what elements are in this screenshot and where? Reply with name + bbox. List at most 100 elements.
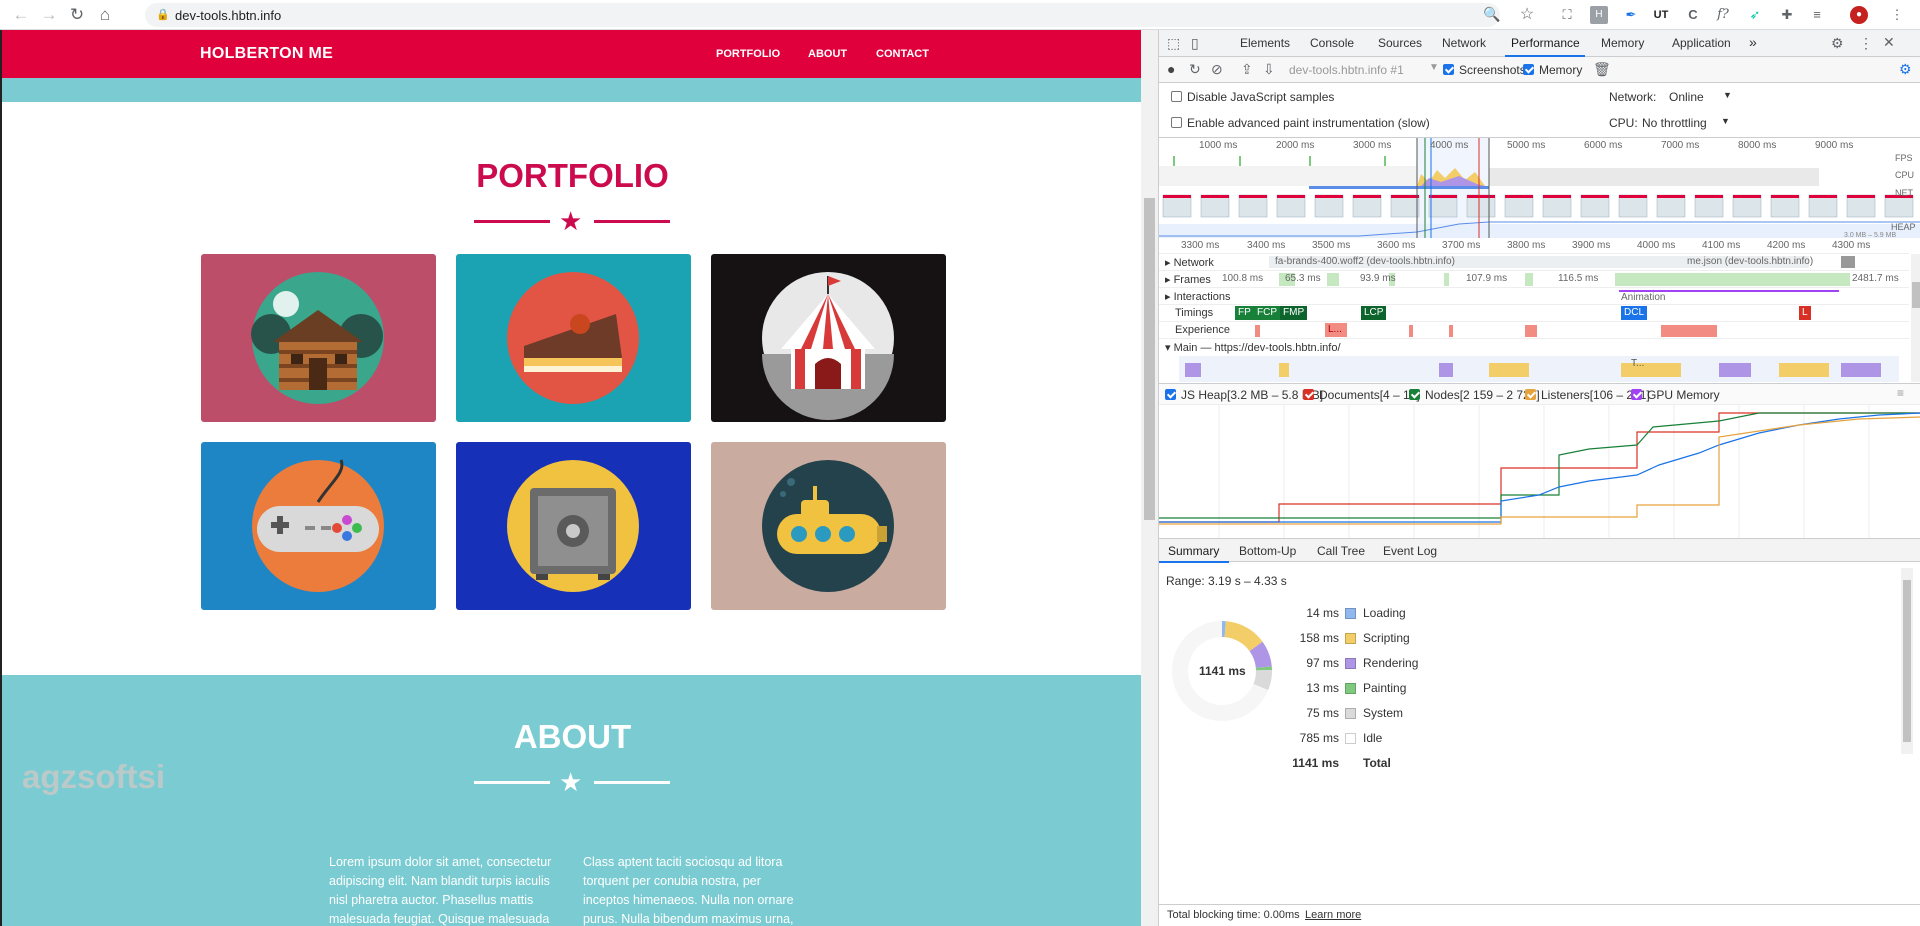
timeline-tracks[interactable]: 3300 ms 3400 ms 3500 ms 3600 ms 3700 ms … (1159, 238, 1920, 383)
extension-ut-icon[interactable]: UT (1652, 6, 1670, 24)
listeners-checkbox[interactable] (1525, 389, 1536, 400)
timeline-overview[interactable]: 1000 ms 2000 ms 3000 ms 4000 ms 5000 ms … (1159, 138, 1920, 239)
network-throttle-select[interactable]: Online (1669, 90, 1704, 104)
tab-elements[interactable]: Elements (1240, 36, 1290, 50)
task-block[interactable] (1439, 363, 1453, 377)
nav-link-contact[interactable]: CONTACT (876, 48, 929, 60)
timings-track[interactable]: Timings FP FCP FMP LCP DCL L (1159, 305, 1909, 322)
address-bar[interactable]: 🔒 dev-tools.hbtn.info 🔍 (145, 3, 1500, 27)
tab-summary[interactable]: Summary (1168, 544, 1219, 558)
frame-block-long[interactable] (1615, 273, 1850, 286)
recording-select[interactable]: dev-tools.hbtn.info #1 (1289, 63, 1404, 77)
tab-event-log[interactable]: Event Log (1383, 544, 1437, 558)
interactions-track[interactable]: ▸ Interactions Animation (1159, 288, 1909, 305)
memory-graph[interactable] (1159, 405, 1920, 540)
star-bookmark-icon[interactable]: ☆ (1518, 6, 1536, 24)
extension-feather-icon[interactable]: ✒ (1622, 6, 1640, 24)
learn-more-link[interactable]: Learn more (1305, 909, 1361, 921)
more-tabs-icon[interactable]: » (1749, 34, 1757, 50)
download-icon[interactable]: ⇩ (1263, 61, 1275, 78)
tab-bottom-up[interactable]: Bottom-Up (1239, 544, 1296, 558)
layout-shift[interactable] (1449, 325, 1453, 337)
timing-fp[interactable]: FP (1235, 306, 1254, 320)
nodes-checkbox[interactable] (1409, 389, 1420, 400)
reading-list-icon[interactable]: ≡ (1808, 6, 1826, 24)
gear-icon[interactable]: ⚙ (1831, 35, 1844, 52)
tab-call-tree[interactable]: Call Tree (1317, 544, 1365, 558)
device-toolbar-icon[interactable]: ▯ (1191, 35, 1199, 52)
network-request-2[interactable]: me.json (dev-tools.hbtn.info) (1687, 256, 1813, 267)
timing-fmp[interactable]: FMP (1280, 306, 1308, 320)
advanced-paint-checkbox[interactable] (1171, 117, 1182, 128)
layout-shift-labeled[interactable]: L... (1325, 323, 1347, 337)
layout-shift[interactable] (1409, 325, 1413, 337)
screen-capture-icon[interactable]: ⛶ (1558, 6, 1576, 24)
screenshots-checkbox[interactable] (1443, 64, 1454, 75)
portfolio-tile-cabin[interactable] (201, 254, 436, 422)
avatar[interactable]: ● (1850, 6, 1868, 24)
page-scrollbar-thumb[interactable] (1144, 198, 1155, 520)
timing-load[interactable]: L (1799, 306, 1811, 320)
js-heap-checkbox[interactable] (1165, 389, 1176, 400)
clear-icon[interactable]: ⊘ (1211, 61, 1223, 78)
tab-sources[interactable]: Sources (1378, 36, 1422, 50)
documents-checkbox[interactable] (1303, 389, 1314, 400)
timing-fcp[interactable]: FCP (1254, 306, 1280, 320)
memory-checkbox[interactable] (1523, 64, 1534, 75)
layout-shift[interactable] (1661, 325, 1717, 337)
extensions-puzzle-icon[interactable]: ✚ (1778, 6, 1796, 24)
tracks-scrollbar[interactable] (1911, 254, 1920, 382)
frame-block[interactable] (1444, 273, 1449, 286)
record-icon[interactable]: ● (1167, 61, 1175, 77)
disable-js-samples-checkbox[interactable] (1171, 91, 1182, 102)
nav-link-portfolio[interactable]: PORTFOLIO (716, 48, 780, 60)
zoom-icon[interactable]: 🔍 (1483, 6, 1500, 23)
task-block[interactable] (1489, 363, 1529, 377)
extension-bird-icon[interactable]: ➶ (1746, 6, 1764, 24)
gpu-memory-checkbox[interactable] (1631, 389, 1642, 400)
frame-block[interactable] (1525, 273, 1533, 286)
timing-dcl[interactable]: DCL (1621, 306, 1648, 320)
portfolio-tile-submarine[interactable] (711, 442, 946, 610)
tab-network[interactable]: Network (1442, 36, 1486, 50)
tab-application[interactable]: Application (1672, 36, 1731, 50)
extension-c-icon[interactable]: C (1684, 6, 1702, 24)
main-thread-track[interactable]: ▾ Main — https://dev-tools.hbtn.info/ T.… (1159, 339, 1909, 383)
tab-performance[interactable]: Performance (1511, 36, 1580, 50)
devtools-menu-icon[interactable]: ⋮ (1859, 35, 1873, 52)
menu-dots-icon[interactable]: ⋮ (1888, 6, 1906, 24)
task-block[interactable] (1185, 363, 1201, 377)
capture-settings-icon[interactable]: ⚙ (1899, 61, 1912, 78)
tab-console[interactable]: Console (1310, 36, 1354, 50)
network-request-1[interactable]: fa-brands-400.woff2 (dev-tools.hbtn.info… (1275, 256, 1455, 267)
back-icon[interactable]: ← (10, 4, 32, 26)
home-icon[interactable]: ⌂ (94, 4, 116, 26)
tracks-scrollbar-thumb[interactable] (1912, 282, 1920, 308)
task-block[interactable] (1621, 363, 1681, 377)
portfolio-tile-safe[interactable] (456, 442, 691, 610)
portfolio-tile-tent[interactable] (711, 254, 946, 422)
summary-scrollbar-thumb[interactable] (1903, 580, 1911, 742)
network-track[interactable]: ▸ Network fa-brands-400.woff2 (dev-tools… (1159, 254, 1909, 271)
frames-track[interactable]: ▸ Frames 100.8 ms 65.3 ms 93.9 ms 107.9 … (1159, 271, 1909, 288)
frame-block[interactable] (1327, 273, 1339, 286)
counters-menu-icon[interactable]: ≡ (1897, 386, 1904, 400)
portfolio-tile-cake[interactable] (456, 254, 691, 422)
trash-icon[interactable]: 🗑 (1593, 61, 1611, 78)
inspect-element-icon[interactable]: ⬚ (1167, 35, 1180, 52)
task-block[interactable] (1719, 363, 1751, 377)
cpu-throttle-select[interactable]: No throttling (1642, 116, 1707, 130)
reload-profile-icon[interactable]: ↻ (1189, 61, 1201, 78)
site-logo[interactable]: HOLBERTON ME (200, 45, 333, 63)
upload-icon[interactable]: ⇪ (1241, 61, 1253, 78)
extension-h-icon[interactable]: H (1590, 6, 1608, 24)
portfolio-tile-gamepad[interactable] (201, 442, 436, 610)
tab-memory[interactable]: Memory (1601, 36, 1644, 50)
extension-function-icon[interactable]: f? (1714, 6, 1732, 24)
reload-icon[interactable]: ↻ (66, 4, 88, 26)
task-block[interactable] (1279, 363, 1289, 377)
timing-lcp[interactable]: LCP (1361, 306, 1387, 320)
layout-shift[interactable] (1525, 325, 1537, 337)
task-block[interactable] (1779, 363, 1829, 377)
forward-icon[interactable]: → (38, 4, 60, 26)
